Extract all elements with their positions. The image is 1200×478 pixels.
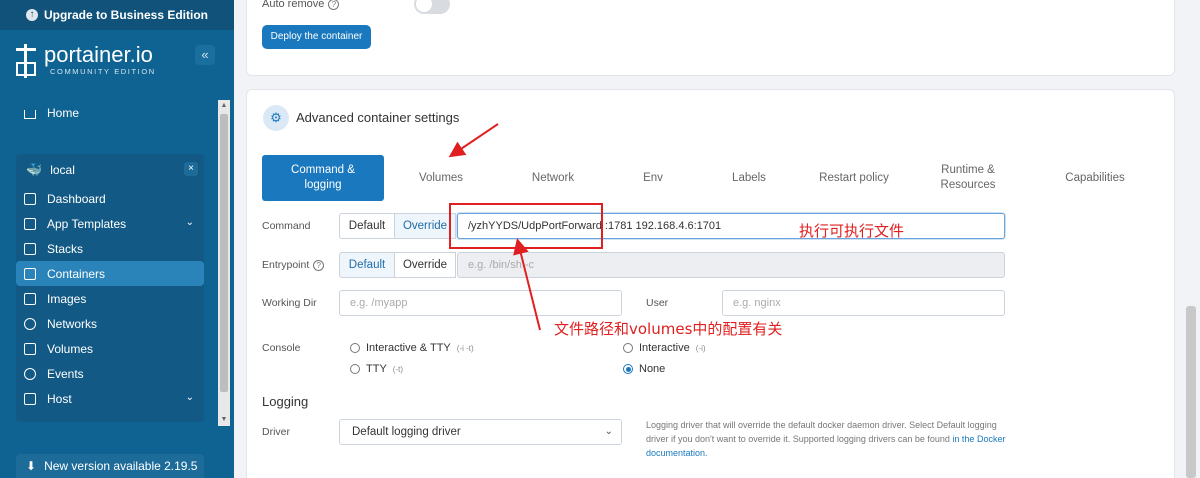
annotation-arrows <box>448 123 541 331</box>
arrow-to-command-input <box>513 238 541 331</box>
page-scrollbar-thumb[interactable] <box>1186 306 1196 478</box>
arrow-to-volumes-tab <box>448 123 499 158</box>
